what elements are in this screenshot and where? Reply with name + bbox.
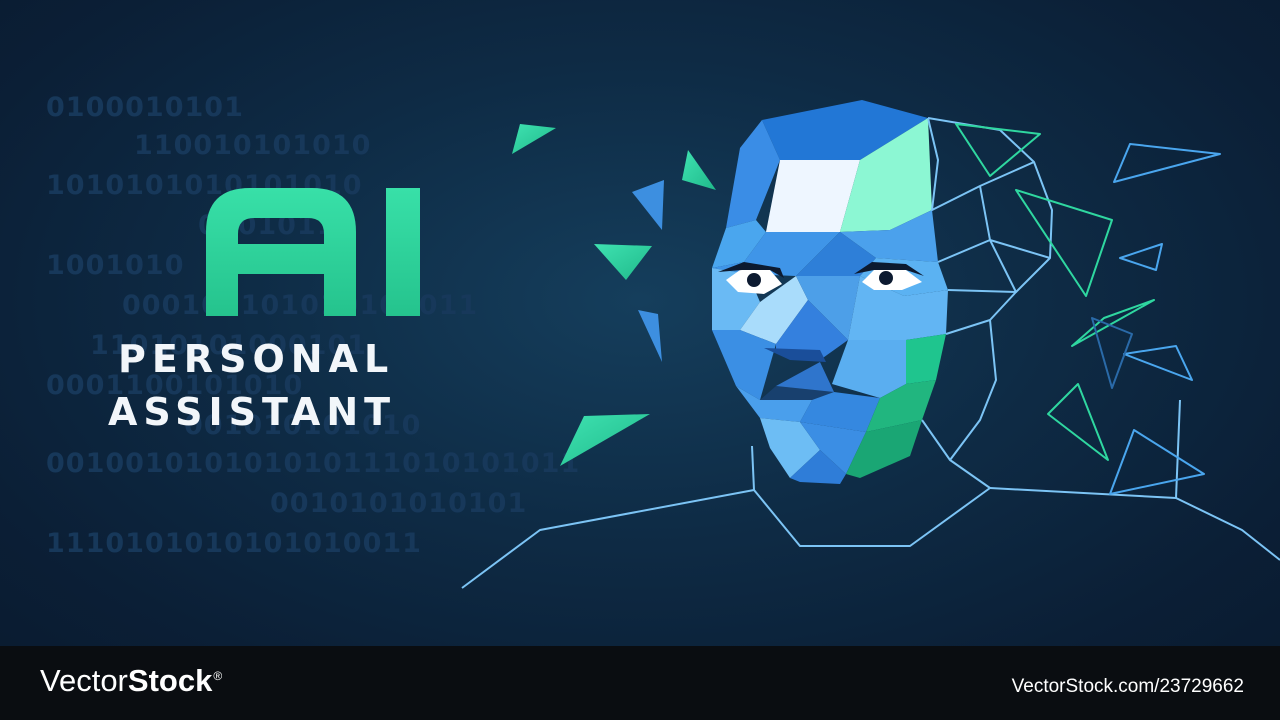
watermark-url: VectorStock.com/23729662 <box>1011 676 1244 697</box>
logo-text-vector: Vector <box>40 663 128 698</box>
registered-mark: ® <box>213 668 223 683</box>
vectorstock-logo: VectorStock® <box>40 663 223 698</box>
watermark-footer: VectorStock® VectorStock.com/23729662 <box>0 646 1280 720</box>
low-poly-face-illustration <box>461 100 1280 589</box>
floating-shards-left <box>512 124 716 466</box>
illustration-artboard: 0100010101 110010101010 1010101010101010… <box>0 0 1280 646</box>
logo-text-stock: Stock <box>127 663 213 698</box>
